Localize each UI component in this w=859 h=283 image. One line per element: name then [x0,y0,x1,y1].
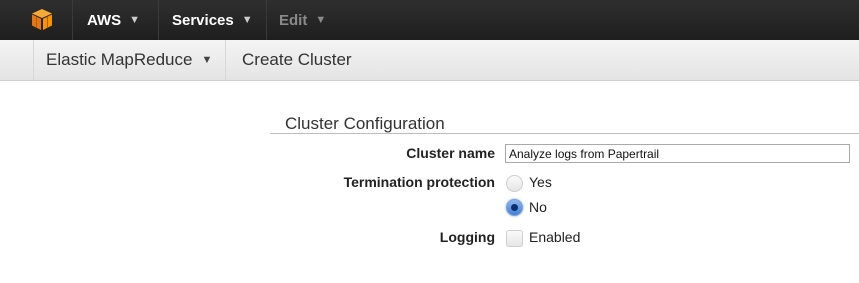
edit-menu-label: Edit [279,11,308,29]
chevron-down-icon: ▼ [201,54,213,66]
logging-label: Logging [439,229,495,245]
termination-protection-label: Termination protection [343,174,495,190]
chevron-down-icon: ▼ [129,14,141,26]
section-title: Cluster Configuration [285,114,445,133]
services-menu-label: Services [172,11,234,29]
page-title: Create Cluster [242,50,352,69]
aws-top-bar: AWS ▼ Services ▼ Edit ▼ [0,0,859,40]
aws-menu[interactable]: AWS ▼ [73,0,159,40]
service-bar: Elastic MapReduce ▼ Create Cluster [0,40,859,81]
cluster-name-label: Cluster name [406,145,495,161]
logging-enabled-label[interactable]: Enabled [529,229,580,245]
chevron-down-icon: ▼ [315,14,327,26]
aws-menu-label: AWS [87,11,122,29]
aws-logo[interactable] [0,0,73,40]
service-dropdown[interactable]: Elastic MapReduce ▼ [33,40,226,80]
aws-cube-icon [32,9,52,30]
services-menu[interactable]: Services ▼ [159,0,267,40]
termination-yes-label[interactable]: Yes [529,174,552,190]
termination-no-radio[interactable] [506,199,523,216]
logging-enabled-checkbox[interactable] [506,230,523,247]
termination-yes-radio[interactable] [506,175,523,192]
termination-no-label[interactable]: No [529,199,547,215]
chevron-down-icon: ▼ [241,14,253,26]
section-divider [270,133,859,134]
cluster-name-input[interactable] [505,144,850,163]
service-name: Elastic MapReduce [46,50,193,69]
edit-menu[interactable]: Edit ▼ [268,0,348,40]
